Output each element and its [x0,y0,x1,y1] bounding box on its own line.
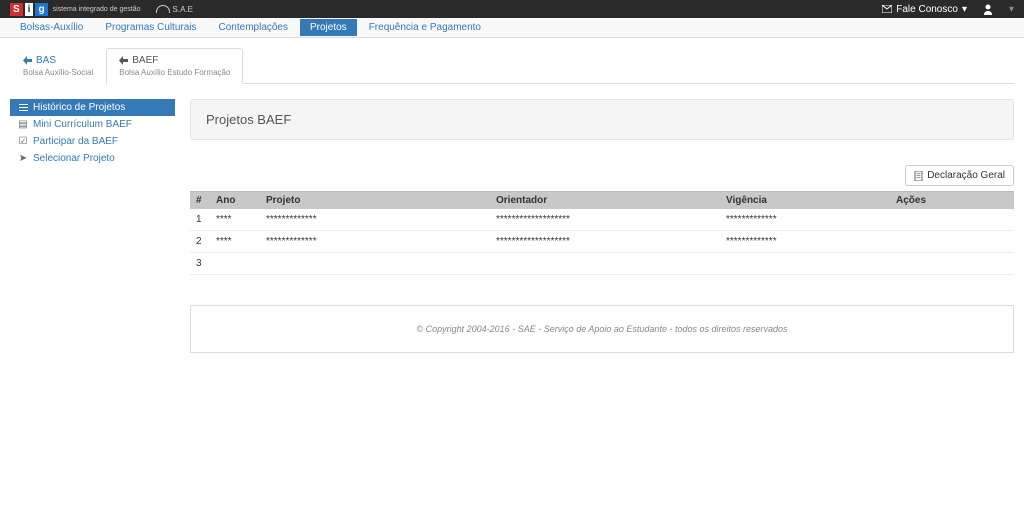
sidebar: Histórico de Projetos ▤ Mini Currículum … [10,99,175,353]
user-menu[interactable] [982,3,994,15]
content-row: Histórico de Projetos ▤ Mini Currículum … [10,99,1014,353]
footer-box: © Copyright 2004-2016 - SAE - Serviço de… [190,305,1014,353]
sidebar-item-participar[interactable]: ☑ Participar da BAEF [10,133,175,150]
logo-i-icon: i [25,3,34,16]
tab-bas-sub: Bolsa Auxílio-Social [23,68,93,77]
sidebar-item-label: Participar da BAEF [33,136,118,147]
tab-baef-label: BAEF [132,55,158,66]
list-icon [18,102,28,113]
login-icon [119,56,128,65]
tab-bas-label: BAS [36,55,56,66]
logo-s-icon: S [10,3,23,16]
th-acoes: Ações [890,192,1014,210]
cell-ano: **** [210,209,260,231]
cell-projeto [260,253,490,275]
cell-ano [210,253,260,275]
cell-ano: **** [210,231,260,253]
cell-orientador: ******************* [490,209,720,231]
fale-conosco-label: Fale Conosco [896,4,958,15]
cell-projeto: ************* [260,231,490,253]
tab-baef-sub: Bolsa Auxílio Estudo Formação [119,68,230,77]
th-ano: Ano [210,192,260,210]
chevron-down-icon[interactable]: ▾ [1009,4,1014,15]
sae-text: S.A.E [173,5,193,14]
cell-num: 2 [190,231,210,253]
sidebar-item-curriculum[interactable]: ▤ Mini Currículum BAEF [10,116,175,133]
cell-acoes [890,253,1014,275]
logo-sae: S.A.E [156,5,193,14]
table-row: 2***************************************… [190,231,1014,253]
menubar: Bolsas-Auxílio Programas Culturais Conte… [0,18,1024,38]
fale-conosco-link[interactable]: Fale Conosco ▾ [882,4,967,15]
th-num: # [190,192,210,210]
sidebar-item-label: Mini Currículum BAEF [33,119,132,130]
cell-acoes [890,209,1014,231]
sidebar-item-historico[interactable]: Histórico de Projetos [10,99,175,116]
envelope-icon [882,5,892,13]
menu-projetos[interactable]: Projetos [300,19,357,36]
table-row: 3 [190,253,1014,275]
tab-baef[interactable]: BAEF Bolsa Auxílio Estudo Formação [106,48,243,84]
projects-table: # Ano Projeto Orientador Vigência Ações … [190,191,1014,275]
cell-vigencia: ************* [720,209,890,231]
table-header-row: # Ano Projeto Orientador Vigência Ações [190,192,1014,210]
menu-frequencia-pagamento[interactable]: Frequência e Pagamento [359,19,491,36]
th-vigencia: Vigência [720,192,890,210]
sidebar-item-label: Histórico de Projetos [33,102,125,113]
main: Projetos BAEF Declaração Geral # Ano Pro… [190,99,1014,353]
menu-bolsas-auxilio[interactable]: Bolsas-Auxílio [10,19,93,36]
document-icon [914,171,923,181]
action-bar: Declaração Geral [190,165,1014,186]
tabs-area: BAS Bolsa Auxílio-Social BAEF Bolsa Auxí… [10,48,1014,353]
topbar-left: S i g sistema integrado de gestão S.A.E [10,3,193,16]
cell-orientador: ******************* [490,231,720,253]
sae-arc-icon [156,5,170,13]
cell-acoes [890,231,1014,253]
declaration-label: Declaração Geral [927,170,1005,181]
cell-projeto: ************* [260,209,490,231]
topbar-right: Fale Conosco ▾ ▾ [882,3,1014,15]
footer-text: © Copyright 2004-2016 - SAE - Serviço de… [201,316,1003,342]
cell-num: 3 [190,253,210,275]
logo-g-icon: g [35,3,47,16]
chevron-down-icon: ▾ [962,4,967,15]
sidebar-item-selecionar[interactable]: ➤ Selecionar Projeto [10,150,175,167]
topbar: S i g sistema integrado de gestão S.A.E … [0,0,1024,18]
cell-orientador [490,253,720,275]
cell-num: 1 [190,209,210,231]
tab-bas[interactable]: BAS Bolsa Auxílio-Social [10,48,106,84]
th-orientador: Orientador [490,192,720,210]
table-row: 1***************************************… [190,209,1014,231]
pointer-icon: ➤ [18,153,28,164]
tab-header: BAS Bolsa Auxílio-Social BAEF Bolsa Auxí… [10,48,1014,84]
menu-contemplacoes[interactable]: Contemplações [209,19,298,36]
table-body: 1***************************************… [190,209,1014,275]
login-icon [23,56,32,65]
logo-subtitle: sistema integrado de gestão [53,6,141,13]
cell-vigencia: ************* [720,231,890,253]
declaration-button[interactable]: Declaração Geral [905,165,1014,186]
th-projeto: Projeto [260,192,490,210]
document-icon: ▤ [18,119,28,130]
container: BAS Bolsa Auxílio-Social BAEF Bolsa Auxí… [0,38,1024,363]
user-icon [982,3,994,15]
cell-vigencia [720,253,890,275]
menu-programas-culturais[interactable]: Programas Culturais [95,19,206,36]
page-title: Projetos BAEF [190,99,1014,140]
sidebar-item-label: Selecionar Projeto [33,153,115,164]
logo-sig: S i g sistema integrado de gestão [10,3,141,16]
check-icon: ☑ [18,136,28,147]
